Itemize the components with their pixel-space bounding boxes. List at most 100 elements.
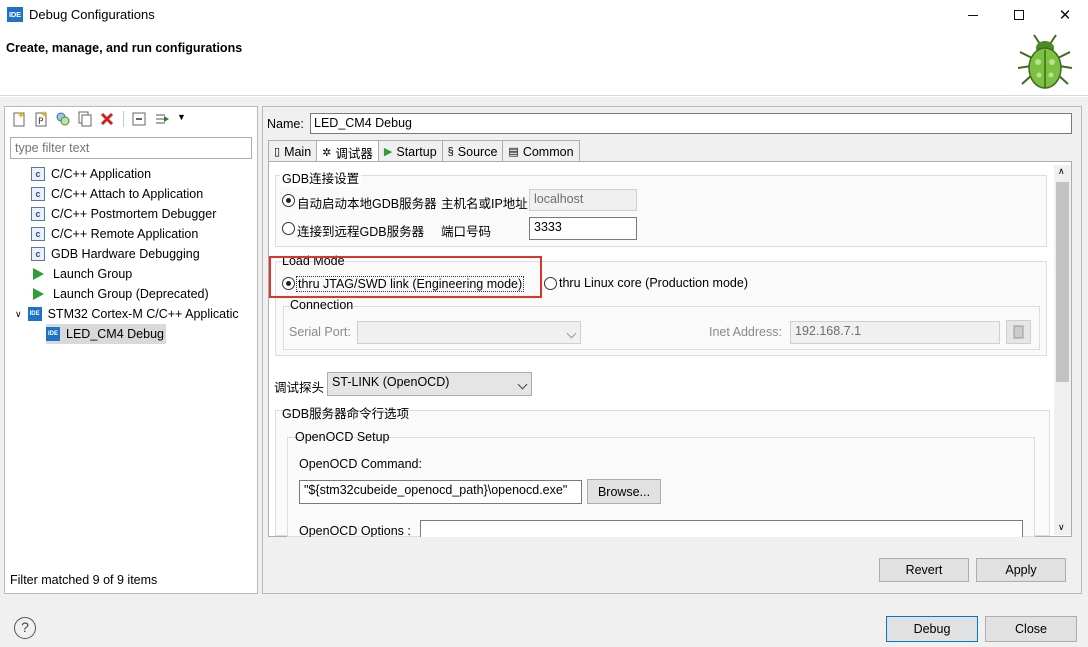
maximize-icon <box>1014 10 1024 20</box>
launch-group-icon <box>33 268 44 280</box>
export-configuration-icon[interactable] <box>55 111 71 127</box>
tab-common[interactable]: ▤ Common <box>502 140 580 162</box>
config-tabs: ▯ Main ✲ 调试器 ▶ Startup § Source ▤ Common <box>268 140 580 163</box>
startup-play-icon: ▶ <box>383 146 393 158</box>
new-configuration-icon[interactable] <box>11 111 27 127</box>
c-file-icon: c <box>31 227 45 241</box>
dialog-header: Create, manage, and run configurations <box>0 30 1088 96</box>
debug-bug-icon <box>1017 34 1073 89</box>
port-label: 端口号码 <box>441 225 492 239</box>
serial-port-combo[interactable] <box>357 321 581 344</box>
host-input[interactable]: localhost <box>529 189 637 211</box>
minimize-icon <box>968 14 978 16</box>
clipboard-icon <box>1013 325 1024 339</box>
tree-item-led-cm4-debug[interactable]: IDE LED_CM4 Debug <box>5 324 257 344</box>
radio-selected-icon <box>282 277 295 291</box>
chevron-down-icon <box>566 328 577 339</box>
common-tab-icon: ▤ <box>508 146 519 158</box>
probe-label: 调试探头 <box>274 381 325 395</box>
scroll-up-icon[interactable]: ∧ <box>1058 166 1065 177</box>
close-icon: ✕ <box>1058 7 1072 24</box>
ide-logo-icon: IDE <box>7 7 23 22</box>
tab-panel-bottom-edge <box>268 537 1072 547</box>
radio-unselected-icon <box>544 277 557 291</box>
debug-button[interactable]: Debug <box>886 616 978 642</box>
title-bar: IDE Debug Configurations ✕ <box>0 0 1088 30</box>
gdb-server-options-title: GDB服务器命令行选项 <box>282 407 410 421</box>
configuration-tree-pane: P ▼ cC/C++ Application cC/C++ Attach to … <box>4 106 258 594</box>
c-file-icon: c <box>31 207 45 221</box>
openocd-setup-title: OpenOCD Setup <box>295 430 390 444</box>
tree-item-cpp-remote[interactable]: c C/C++ Remote Application <box>5 224 257 244</box>
probe-value: ST-LINK (OpenOCD) <box>332 375 450 389</box>
tree-item-stm32-cortex-m[interactable]: ∨ IDE STM32 Cortex-M C/C++ Applicatic <box>5 304 257 324</box>
filter-status: Filter matched 9 of 9 items <box>10 573 158 587</box>
ide-icon: IDE <box>27 307 42 321</box>
question-mark-icon[interactable]: ? <box>14 617 36 639</box>
duplicate-icon[interactable] <box>77 111 93 127</box>
tab-main[interactable]: ▯ Main <box>268 140 318 162</box>
minimize-button[interactable] <box>950 0 996 30</box>
svg-text:P: P <box>38 117 44 127</box>
chevron-down-icon <box>517 379 528 390</box>
openocd-options-label: OpenOCD Options : <box>299 524 411 538</box>
probe-select[interactable]: ST-LINK (OpenOCD) <box>327 372 532 396</box>
gdb-connection-title: GDB连接设置 <box>280 168 362 187</box>
inet-address-input[interactable]: 192.168.7.1 <box>790 321 1000 344</box>
revert-button[interactable]: Revert <box>879 558 969 582</box>
configuration-name-input[interactable]: LED_CM4 Debug <box>310 113 1072 134</box>
scroll-down-icon[interactable]: ∨ <box>1058 522 1065 533</box>
name-label: Name: <box>267 117 304 131</box>
connection-title: Connection <box>290 298 354 312</box>
new-prototype-icon[interactable]: P <box>33 111 49 127</box>
radio-unselected-icon <box>282 222 295 236</box>
linux-core-radio[interactable] <box>544 276 557 291</box>
inet-address-label: Inet Address: <box>709 325 782 339</box>
serial-port-label: Serial Port: <box>289 325 351 339</box>
tree-item-cpp-attach[interactable]: c C/C++ Attach to Application <box>5 184 257 204</box>
close-button[interactable]: Close <box>985 616 1077 642</box>
toolbar-separator <box>123 111 124 127</box>
browse-button[interactable]: Browse... <box>587 479 661 504</box>
tree-item-cpp-application[interactable]: c C/C++ Application <box>5 164 257 184</box>
tab-source[interactable]: § Source <box>441 140 504 162</box>
tree-item-cpp-postmortem[interactable]: c C/C++ Postmortem Debugger <box>5 204 257 224</box>
ide-icon: IDE <box>46 327 60 341</box>
filter-configurations-icon[interactable] <box>155 111 171 127</box>
jtag-swd-label: thru JTAG/SWD link (Engineering mode) <box>296 276 525 292</box>
launch-group-icon <box>33 288 44 300</box>
tab-startup[interactable]: ▶ Startup <box>377 140 443 162</box>
main-tab-icon: ▯ <box>274 146 281 158</box>
scrollbar-thumb[interactable] <box>1056 182 1069 382</box>
remote-server-label: 连接到远程GDB服务器 <box>297 225 425 239</box>
c-file-icon: c <box>31 167 45 181</box>
source-tab-icon: § <box>447 145 454 158</box>
apply-button[interactable]: Apply <box>976 558 1066 582</box>
linux-core-label: thru Linux core (Production mode) <box>559 276 748 290</box>
openocd-command-input[interactable]: "${stm32cubeide_openocd_path}\openocd.ex… <box>299 480 582 504</box>
jtag-swd-radio[interactable] <box>282 276 295 291</box>
tree-item-launch-group[interactable]: Launch Group <box>5 264 257 284</box>
expand-chevron-icon[interactable]: ∨ <box>15 304 22 324</box>
inet-address-button[interactable] <box>1006 320 1031 344</box>
c-file-icon: c <box>31 247 45 261</box>
delete-icon[interactable] <box>99 111 115 127</box>
tab-debugger[interactable]: ✲ 调试器 <box>316 140 379 163</box>
port-input[interactable]: 3333 <box>529 217 637 240</box>
window-title: Debug Configurations <box>29 7 155 22</box>
configuration-tree: c C/C++ Application c C/C++ Attach to Appl… <box>5 164 257 344</box>
tree-item-gdb-hardware[interactable]: c GDB Hardware Debugging <box>5 244 257 264</box>
tree-item-launch-group-deprecated[interactable]: Launch Group (Deprecated) <box>5 284 257 304</box>
openocd-command-label: OpenOCD Command: <box>299 457 422 471</box>
header-title: Create, manage, and run configurations <box>6 41 243 55</box>
auto-start-label: 自动启动本地GDB服务器 <box>297 197 437 211</box>
chevron-down-icon[interactable]: ▼ <box>177 112 186 122</box>
collapse-all-icon[interactable] <box>131 111 147 127</box>
debugger-tab-icon: ✲ <box>322 146 332 159</box>
maximize-button[interactable] <box>996 0 1042 30</box>
remote-server-radio[interactable] <box>282 221 295 236</box>
c-file-icon: c <box>31 187 45 201</box>
close-window-button[interactable]: ✕ <box>1042 0 1088 30</box>
auto-start-radio[interactable] <box>282 193 295 208</box>
filter-input[interactable] <box>10 137 252 159</box>
